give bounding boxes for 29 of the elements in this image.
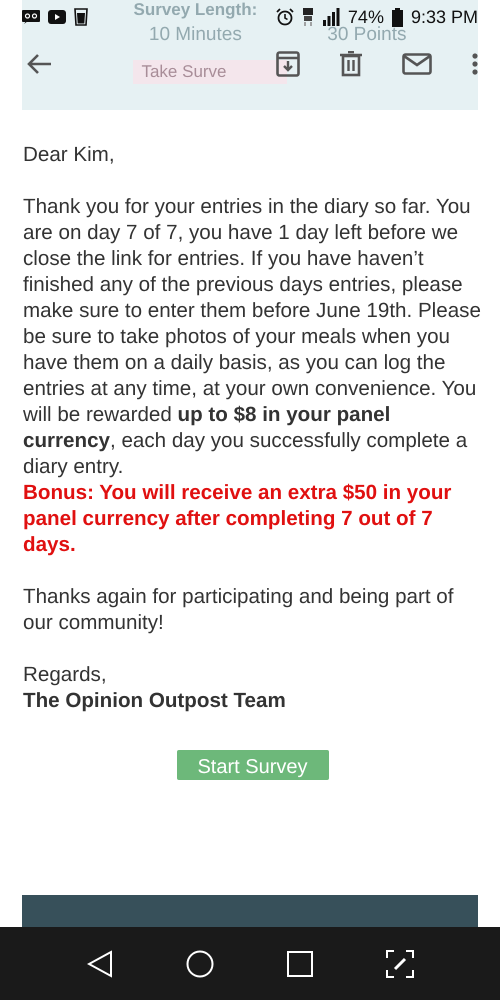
banner-label: Survey Length: — [134, 0, 258, 20]
archive-icon[interactable] — [276, 51, 300, 77]
home-icon[interactable] — [186, 950, 214, 978]
battery-percentage: 74% — [348, 6, 384, 26]
take-survey-button[interactable]: Take Surve — [133, 60, 287, 84]
back-arrow-icon[interactable] — [26, 53, 52, 75]
delete-icon[interactable] — [340, 51, 362, 77]
start-survey-button[interactable]: Start Survey — [176, 750, 328, 780]
more-options-icon[interactable] — [472, 53, 478, 75]
email-paragraph: Thank you for your entries in the diary so far. You are on day 7 of 7, you have 1 day left before we close the link for entries. If you have haven’t finished any of the previous days entries, please make sure to enter them before June 19th. Please be sure to take photos of your meals when you have them on a daily basis, as you can log the entries at any time, at your own convenience. You will be rewarded up to $8 in your panel currency, each day you successfully complete a diary entry. — [23, 194, 482, 480]
banner-value: 10 Minutes — [148, 24, 242, 46]
greeting: Dear Kim, — [23, 142, 116, 168]
battery-icon — [392, 8, 403, 26]
recent-apps-icon[interactable] — [286, 950, 312, 976]
banner-value: 30 Points — [327, 24, 406, 46]
alarm-clock-icon — [276, 8, 294, 26]
mail-icon[interactable] — [402, 53, 432, 75]
screenshot-edit-icon[interactable] — [386, 950, 414, 978]
email-paragraph: Bonus: You will receive an extra $50 in your panel currency after completing 7 out of 7 days. — [23, 480, 452, 558]
back-icon[interactable] — [86, 950, 112, 978]
video-play-icon — [48, 10, 66, 24]
cup-icon — [74, 8, 88, 26]
signature: The Opinion Outpost Team — [23, 688, 287, 714]
email-paragraph: Thanks again for participating and being part of our community! — [23, 584, 454, 636]
network-type-icon — [302, 7, 314, 27]
voicemail-icon — [22, 10, 40, 24]
clock-time: 9:33 PM — [410, 6, 478, 28]
closing: Regards, — [23, 662, 108, 688]
signal-icon — [322, 8, 340, 26]
